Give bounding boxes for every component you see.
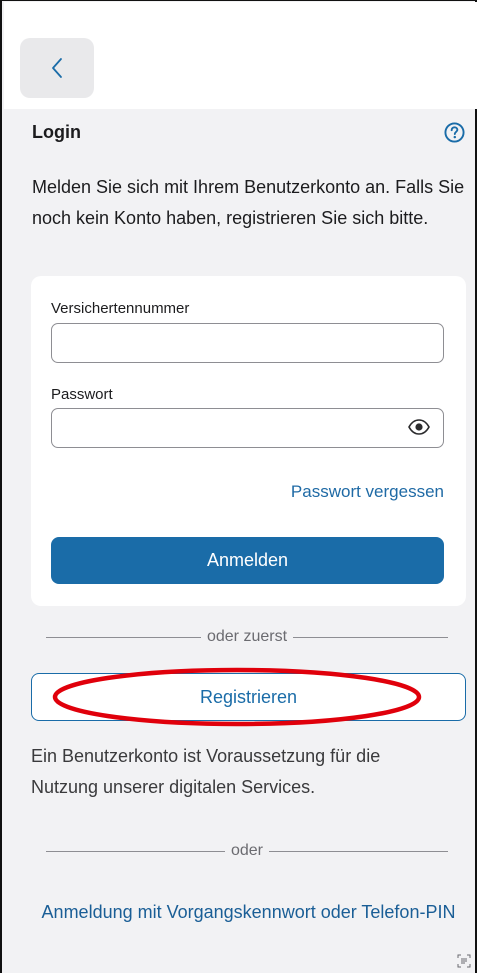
back-button[interactable] <box>20 38 94 98</box>
divider-line <box>293 636 449 638</box>
alternative-login-link[interactable]: Anmeldung mit Vorgangskennwort oder Tele… <box>31 897 466 927</box>
text-scan-icon[interactable] <box>457 954 471 968</box>
divider-label: oder <box>230 842 264 859</box>
question-circle-icon[interactable] <box>444 122 465 143</box>
eye-icon[interactable] <box>408 419 430 435</box>
divider-or-first: oder zuerst <box>46 628 449 646</box>
insurance-number-label: Versichertennummer <box>51 300 190 317</box>
password-label: Passwort <box>51 386 113 403</box>
login-intro-text: Melden Sie sich mit Ihrem Benutzerkonto … <box>32 177 465 228</box>
account-info-text: Ein Benutzerkonto ist Voraussetzung für … <box>31 746 381 797</box>
navigation-bar <box>4 2 477 109</box>
chevron-left-icon <box>52 58 62 78</box>
divider-line <box>46 850 225 852</box>
login-button[interactable]: Anmelden <box>51 537 444 584</box>
password-input[interactable] <box>51 408 444 448</box>
divider-or: oder <box>46 842 448 860</box>
insurance-number-input[interactable] <box>51 323 444 363</box>
divider-label: oder zuerst <box>206 628 288 645</box>
divider-line <box>46 636 201 638</box>
page-title: Login <box>32 122 81 142</box>
forgot-password-link[interactable]: Passwort vergessen <box>291 482 444 502</box>
register-button[interactable]: Registrieren <box>31 673 466 721</box>
divider-line <box>269 850 448 852</box>
